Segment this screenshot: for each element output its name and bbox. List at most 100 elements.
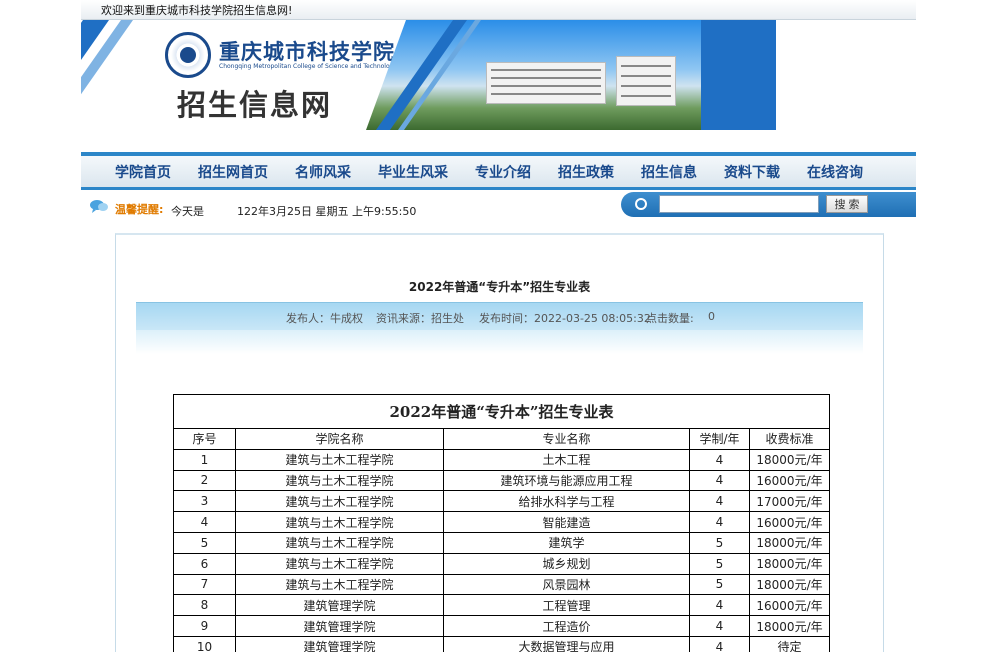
- meta-publisher: 发布人：牛成权: [286, 312, 363, 325]
- cell-years: 4: [689, 448, 750, 471]
- cell-fee: 18000元/年: [749, 552, 830, 575]
- cell-college: 建筑管理学院: [235, 594, 444, 617]
- cell-fee: 18000元/年: [749, 573, 830, 596]
- cell-major: 工程造价: [443, 615, 690, 637]
- search-input[interactable]: [659, 195, 819, 213]
- header-college: 学院名称: [235, 428, 444, 450]
- nav-admission-info[interactable]: 招生信息: [641, 162, 697, 182]
- top-welcome-bar: 欢迎来到重庆城市科技学院招生信息网!: [81, 0, 916, 20]
- cell-years: 4: [689, 490, 750, 513]
- table-row: 3 建筑与土木工程学院 给排水科学与工程 4 17000元/年: [173, 490, 830, 513]
- cell-major: 城乡规划: [443, 552, 690, 575]
- today-label: 今天是: [171, 205, 204, 218]
- nav-admission-home[interactable]: 招生网首页: [198, 162, 268, 182]
- nav-college-home[interactable]: 学院首页: [115, 162, 171, 182]
- campus-building: [486, 62, 606, 104]
- nav-graduates[interactable]: 毕业生风采: [378, 162, 448, 182]
- cell-major: 建筑环境与能源应用工程: [443, 469, 690, 492]
- cell-index: 10: [173, 635, 236, 652]
- cell-major: 大数据管理与应用: [443, 635, 690, 652]
- cell-fee: 16000元/年: [749, 469, 830, 492]
- meta-views: 0: [708, 310, 715, 323]
- cell-fee: 待定: [749, 635, 830, 652]
- meta-time: 发布时间：2022-03-25 08:05:32: [479, 312, 651, 325]
- cell-years: 5: [689, 573, 750, 596]
- table-row: 9 建筑管理学院 工程造价 4 18000元/年: [173, 615, 830, 637]
- cell-fee: 17000元/年: [749, 490, 830, 513]
- search-area: 搜 索: [621, 192, 916, 217]
- cell-college: 建筑与土木工程学院: [235, 531, 444, 554]
- cell-years: 4: [689, 594, 750, 617]
- cell-index: 5: [173, 531, 236, 554]
- meta-views-label: 点击数量:: [646, 312, 694, 325]
- article-title: 2022年普通“专升本”招生专业表: [408, 280, 591, 294]
- welcome-text: 欢迎来到重庆城市科技学院招生信息网!: [101, 4, 293, 17]
- cell-college: 建筑与土木工程学院: [235, 552, 444, 575]
- table-row: 7 建筑与土木工程学院 风景园林 5 18000元/年: [173, 573, 830, 596]
- site-title: 招生信息网: [177, 88, 333, 122]
- header-fee: 收费标准: [749, 428, 830, 450]
- cell-major: 建筑学: [443, 531, 690, 554]
- cell-major: 智能建造: [443, 511, 690, 533]
- cell-major: 工程管理: [443, 594, 690, 617]
- cell-index: 4: [173, 511, 236, 533]
- campus-building: [616, 56, 676, 106]
- article-meta: 发布人：牛成权 资讯来源：招生处 发布时间：2022-03-25 08:05:3…: [136, 302, 863, 330]
- nav-majors[interactable]: 专业介绍: [475, 162, 531, 182]
- nav-online-consult[interactable]: 在线咨询: [807, 162, 863, 182]
- major-table: 2022年普通“专升本”招生专业表 序号 学院名称 专业名称 学制/年 收费标准…: [173, 394, 830, 652]
- article-panel: 2022年普通“专升本”招生专业表 发布人：牛成权 资讯来源：招生处 发布时间：…: [115, 233, 884, 652]
- search-button[interactable]: 搜 索: [826, 195, 868, 213]
- table-row: 10 建筑管理学院 大数据管理与应用 4 待定: [173, 635, 830, 652]
- table-row: 2 建筑与土木工程学院 建筑环境与能源应用工程 4 16000元/年: [173, 469, 830, 492]
- cell-years: 4: [689, 469, 750, 492]
- cell-college: 建筑与土木工程学院: [235, 573, 444, 596]
- cell-index: 3: [173, 490, 236, 513]
- cell-college: 建筑与土木工程学院: [235, 511, 444, 533]
- cell-fee: 18000元/年: [749, 531, 830, 554]
- cell-index: 8: [173, 594, 236, 617]
- meta-fade: [136, 330, 863, 354]
- header-banner: 重庆城市科技学院 Chongqing Metropolitan College …: [81, 20, 916, 130]
- header-index: 序号: [173, 428, 236, 450]
- cell-years: 4: [689, 511, 750, 533]
- major-table-wrap: 2022年普通“专升本”招生专业表 序号 学院名称 专业名称 学制/年 收费标准…: [173, 394, 830, 652]
- main-nav: 学院首页 招生网首页 名师风采 毕业生风采 专业介绍 招生政策 招生信息 资料下…: [81, 152, 916, 190]
- nav-teachers[interactable]: 名师风采: [295, 162, 351, 182]
- cell-years: 5: [689, 552, 750, 575]
- cell-fee: 16000元/年: [749, 594, 830, 617]
- table-caption: 2022年普通“专升本”招生专业表: [173, 394, 830, 428]
- cell-college: 建筑管理学院: [235, 615, 444, 637]
- cell-index: 9: [173, 615, 236, 637]
- nav-policy[interactable]: 招生政策: [558, 162, 614, 182]
- cell-fee: 16000元/年: [749, 511, 830, 533]
- table-row: 4 建筑与土木工程学院 智能建造 4 16000元/年: [173, 511, 830, 533]
- cell-years: 4: [689, 615, 750, 637]
- cell-fee: 18000元/年: [749, 448, 830, 471]
- banner-blue-block: [701, 20, 776, 130]
- school-name-en: Chongqing Metropolitan College of Scienc…: [219, 63, 398, 70]
- chat-bubble-icon: [90, 200, 108, 213]
- cell-college: 建筑与土木工程学院: [235, 448, 444, 471]
- cell-index: 1: [173, 448, 236, 471]
- table-row: 8 建筑管理学院 工程管理 4 16000元/年: [173, 594, 830, 617]
- table-row: 6 建筑与土木工程学院 城乡规划 5 18000元/年: [173, 552, 830, 575]
- cell-major: 风景园林: [443, 573, 690, 596]
- cell-years: 4: [689, 635, 750, 652]
- cell-years: 5: [689, 531, 750, 554]
- nav-downloads[interactable]: 资料下载: [724, 162, 780, 182]
- cell-fee: 18000元/年: [749, 615, 830, 637]
- header-major: 专业名称: [443, 428, 690, 450]
- cell-major: 土木工程: [443, 448, 690, 471]
- school-name-cn: 重庆城市科技学院: [219, 39, 395, 64]
- header-years: 学制/年: [689, 428, 750, 450]
- cell-index: 7: [173, 573, 236, 596]
- cell-index: 6: [173, 552, 236, 575]
- current-datetime: 122年3月25日 星期五 上午9:55:50: [237, 205, 417, 218]
- search-icon: [635, 198, 647, 210]
- table-header-row: 序号 学院名称 专业名称 学制/年 收费标准: [173, 428, 830, 450]
- meta-source: 资讯来源：招生处: [376, 312, 464, 325]
- table-row: 5 建筑与土木工程学院 建筑学 5 18000元/年: [173, 531, 830, 554]
- table-row: 1 建筑与土木工程学院 土木工程 4 18000元/年: [173, 448, 830, 471]
- info-row: 温馨提醒: 今天是 122年3月25日 星期五 上午9:55:50 搜 索: [81, 192, 916, 220]
